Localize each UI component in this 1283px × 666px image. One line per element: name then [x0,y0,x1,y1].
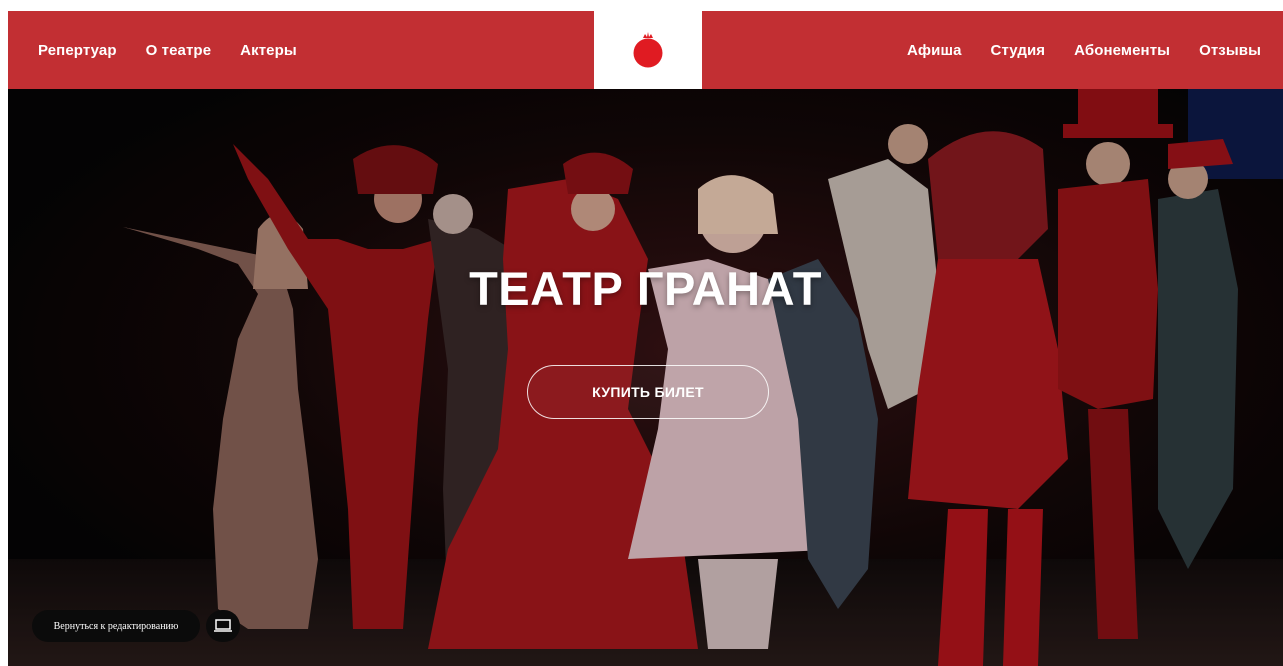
pomegranate-icon [633,32,663,68]
site-header: Репертуар О театре Актеры Афиша Студия А… [8,11,1283,89]
nav-left: Репертуар О театре Актеры [38,11,297,89]
nav-item-reviews[interactable]: Отзывы [1199,42,1261,59]
nav-item-studio[interactable]: Студия [991,42,1046,59]
nav-item-subscriptions[interactable]: Абонементы [1074,42,1170,59]
laptop-icon [214,619,232,632]
nav-item-repertoire[interactable]: Репертуар [38,42,117,59]
page: Репертуар О театре Актеры Афиша Студия А… [8,11,1283,666]
back-to-editing-button[interactable]: Вернуться к редактированию [32,610,200,642]
hero-title: ТЕАТР ГРАНАТ [469,262,822,315]
nav-item-about[interactable]: О театре [146,42,212,59]
nav-right: Афиша Студия Абонементы Отзывы [907,11,1261,89]
logo[interactable] [594,11,702,89]
device-preview-button[interactable] [206,610,240,642]
nav-item-actors[interactable]: Актеры [240,42,297,59]
buy-ticket-button[interactable]: КУПИТЬ БИЛЕТ [527,365,769,419]
nav-item-playbill[interactable]: Афиша [907,42,962,59]
hero-section: ТЕАТР ГРАНАТ КУПИТЬ БИЛЕТ Вернуться к ре… [8,89,1283,666]
